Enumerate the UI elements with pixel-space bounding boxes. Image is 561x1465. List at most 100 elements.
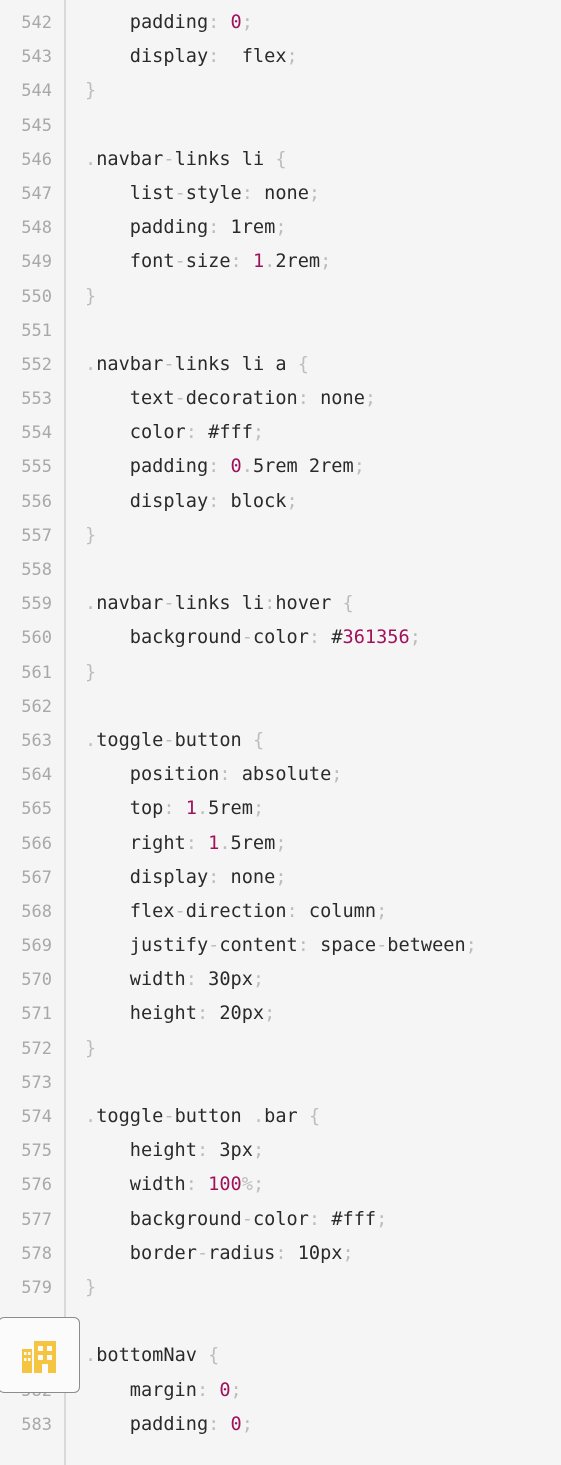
code-token: ;	[230, 1379, 242, 1401]
code-token: :	[297, 935, 321, 957]
code-line[interactable]: 559 .navbar-links li:hover {	[0, 587, 561, 621]
gutter-gap	[52, 177, 85, 211]
code-token: ;	[252, 1140, 265, 1162]
code-token: padding	[85, 1413, 209, 1435]
code-line[interactable]: 555 padding: 0.5rem 2rem;	[0, 450, 561, 484]
line-number: 569	[21, 936, 52, 957]
code-line[interactable]: 571 height: 20px;	[0, 997, 561, 1031]
code-token: 2rem	[275, 251, 321, 273]
code-line[interactable]: 551	[0, 314, 561, 348]
code-text: list-style: none;	[85, 177, 320, 211]
gutter-gap	[52, 861, 85, 895]
gutter-gap	[52, 690, 85, 724]
code-line[interactable]: 576 width: 100%;	[0, 1168, 561, 1202]
code-token: 361356	[342, 627, 410, 649]
code-line[interactable]: 582 margin: 0;	[0, 1374, 561, 1408]
code-token: ;	[241, 1413, 253, 1435]
code-token: -	[208, 935, 220, 957]
code-line[interactable]: 570 width: 30px;	[0, 963, 561, 997]
code-line[interactable]: 549 font-size: 1.2rem;	[0, 245, 561, 279]
code-token: .	[264, 251, 276, 273]
code-line[interactable]: 543 display: flex;	[0, 40, 561, 74]
code-token: -	[174, 388, 186, 410]
code-line[interactable]: 545	[0, 109, 561, 143]
code-text: .bottomNav {	[85, 1339, 219, 1373]
code-token: {	[308, 1106, 321, 1127]
floating-widget-button[interactable]	[0, 1317, 80, 1393]
gutter-gap	[52, 1100, 85, 1134]
code-token: direction	[185, 900, 287, 922]
code-token: .	[252, 1106, 265, 1127]
code-line[interactable]: 554 color: #fff;	[0, 416, 561, 450]
code-token: width	[85, 1174, 186, 1196]
code-token: background	[85, 627, 242, 649]
code-line[interactable]: 544}	[0, 74, 561, 108]
code-line[interactable]: 557}	[0, 519, 561, 553]
code-token: 0	[230, 1413, 242, 1435]
code-token: ;	[364, 388, 377, 410]
code-line[interactable]	[0, 1305, 561, 1339]
code-token: :	[208, 217, 231, 239]
code-token: .	[85, 1106, 97, 1127]
code-line[interactable]: 565 top: 1.5rem;	[0, 792, 561, 826]
code-text: display: block;	[85, 485, 298, 519]
code-token: ;	[286, 46, 298, 68]
code-token: ;	[353, 456, 365, 478]
code-line[interactable]: 574 .toggle-button .bar {	[0, 1100, 561, 1134]
code-line[interactable]: 556 display: block;	[0, 485, 561, 519]
gutter-gap	[52, 1203, 85, 1237]
code-token: ;	[252, 1174, 265, 1196]
code-token: -	[163, 1106, 175, 1127]
line-number: 573	[21, 1072, 52, 1093]
code-token: :	[230, 251, 253, 273]
code-text: font-size: 1.2rem;	[85, 245, 332, 279]
code-token: height	[85, 1003, 197, 1025]
code-text: .navbar-links li {	[85, 143, 287, 177]
code-line[interactable]: 547 list-style: none;	[0, 177, 561, 211]
code-text: padding: 0.5rem 2rem;	[85, 450, 365, 484]
code-line[interactable]: 558	[0, 553, 561, 587]
code-token: text	[85, 388, 175, 410]
code-line[interactable]: 569 justify-content: space-between;	[0, 929, 561, 963]
code-token: ;	[275, 217, 287, 239]
gutter-gap	[52, 1408, 85, 1442]
code-line[interactable]: 546 .navbar-links li {	[0, 143, 561, 177]
code-line[interactable]: 552 .navbar-links li a {	[0, 348, 561, 382]
code-token: :	[264, 593, 276, 615]
code-token: 5rem	[230, 832, 276, 854]
code-text: margin: 0;	[85, 1374, 242, 1408]
code-line[interactable]: 583 padding: 0;	[0, 1408, 561, 1442]
code-token: display	[85, 490, 209, 512]
code-token: -	[376, 935, 388, 957]
code-line[interactable]: 548 padding: 1rem;	[0, 211, 561, 245]
code-line[interactable]: 562	[0, 690, 561, 724]
code-line[interactable]: 572}	[0, 1032, 561, 1066]
code-token: -	[241, 1208, 253, 1230]
code-line[interactable]: 542 padding: 0;	[0, 6, 561, 40]
code-token: toggle	[96, 1106, 164, 1127]
code-line[interactable]: 579}	[0, 1271, 561, 1305]
code-text: padding: 0;	[85, 6, 253, 40]
code-line[interactable]: 560 background-color: #361356;	[0, 621, 561, 655]
code-token: {	[252, 729, 265, 751]
code-line[interactable]: 575 height: 3px;	[0, 1134, 561, 1168]
code-line[interactable]: 553 text-decoration: none;	[0, 382, 561, 416]
code-line[interactable]: 564 position: absolute;	[0, 758, 561, 792]
gutter-gap	[52, 450, 85, 484]
code-editor[interactable]: 542 padding: 0; 543 display: flex; 544} 545…	[0, 0, 561, 1465]
code-line[interactable]: 573	[0, 1066, 561, 1100]
code-line[interactable]: 566 right: 1.5rem;	[0, 827, 561, 861]
code-line[interactable]: 563 .toggle-button {	[0, 724, 561, 758]
code-line[interactable]: 578 border-radius: 10px;	[0, 1237, 561, 1271]
code-lines[interactable]: 542 padding: 0; 543 display: flex; 544} 545…	[0, 6, 561, 1442]
code-text: }	[85, 74, 96, 108]
code-line[interactable]: 561}	[0, 656, 561, 690]
line-number: 575	[21, 1141, 52, 1162]
code-line[interactable]: .bottomNav {	[0, 1339, 561, 1373]
code-line[interactable]: 567 display: none;	[0, 861, 561, 895]
code-line[interactable]: 577 background-color: #fff;	[0, 1203, 561, 1237]
code-token: :	[308, 1208, 332, 1230]
code-token: %	[241, 1174, 253, 1196]
code-line[interactable]: 568 flex-direction: column;	[0, 895, 561, 929]
code-line[interactable]: 550}	[0, 280, 561, 314]
